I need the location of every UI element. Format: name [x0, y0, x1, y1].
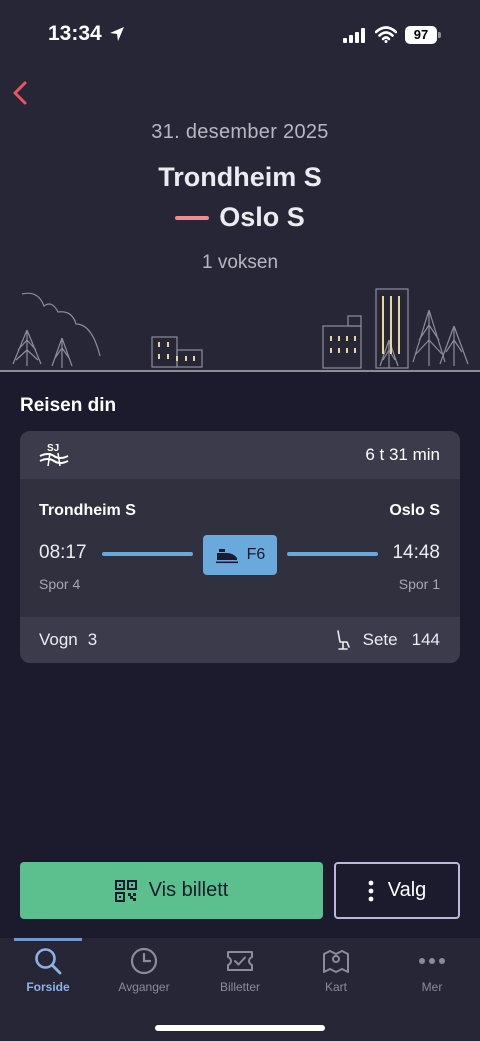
trip-card-route: Trondheim S Oslo S 08:17 F6 14:48 Spor 4…: [20, 479, 460, 617]
car-number: 3: [87, 630, 98, 649]
trip-duration: 6 t 31 min: [365, 445, 440, 464]
arrival-time: 14:48: [392, 542, 440, 563]
qr-code-icon: [114, 879, 137, 902]
route-dash: [175, 215, 210, 220]
seat-info: Sete 144: [335, 630, 440, 650]
to-station-title: Oslo S: [219, 202, 305, 232]
trip-card-header: SJ 6 t 31 min: [20, 431, 460, 479]
wifi-icon: [375, 26, 397, 43]
travel-date: 31. desember 2025: [151, 121, 329, 143]
status-time: 13:34: [48, 22, 102, 45]
route-line-right: [287, 552, 378, 556]
battery-tip: [438, 32, 441, 38]
route-line-left: [102, 552, 193, 556]
map-icon: [323, 950, 349, 973]
departure-time: 08:17: [39, 542, 87, 563]
section-title-trip: Reisen din: [20, 395, 117, 416]
show-ticket-label: Vis billett: [148, 879, 229, 901]
location-arrow-icon: [110, 27, 124, 41]
home-indicator: [155, 1025, 325, 1031]
tab-label: Mer: [421, 980, 443, 994]
departure-station: Trondheim S: [39, 502, 136, 519]
back-button[interactable]: [6, 76, 36, 110]
tab-avganger[interactable]: Avganger: [96, 946, 192, 994]
car-label: Vogn: [39, 630, 78, 649]
to-station-row: Oslo S: [0, 202, 480, 233]
car-info: Vogn 3: [39, 630, 97, 650]
tab-label: Billetter: [219, 980, 260, 994]
train-badge: F6: [203, 535, 277, 575]
trip-card[interactable]: SJ 6 t 31 min Trondheim S Oslo S 08:17 F…: [20, 431, 460, 663]
skyline-illustration: [12, 288, 469, 369]
tab-mer[interactable]: Mer: [384, 946, 480, 994]
tab-forside[interactable]: Forside: [0, 946, 96, 994]
train-icon: [215, 549, 238, 564]
tab-billetter[interactable]: Billetter: [192, 946, 288, 994]
search-icon: [35, 948, 62, 975]
tab-kart[interactable]: Kart: [288, 946, 384, 994]
seat-number: 144: [411, 630, 440, 649]
arrival-track: Spor 1: [398, 576, 440, 592]
seat-label: Sete: [362, 630, 398, 649]
trip-card-seat-info: Vogn 3 Sete 144: [20, 617, 460, 663]
show-ticket-button[interactable]: Vis billett: [20, 862, 323, 919]
tab-label: Kart: [324, 980, 347, 994]
from-station-title: Trondheim S: [158, 162, 322, 192]
ticket-icon: [227, 951, 253, 971]
active-tab-indicator: [14, 938, 82, 941]
svg-text:SJ: SJ: [47, 443, 59, 454]
cellular-signal-icon: [343, 28, 365, 43]
train-id: F6: [246, 546, 266, 563]
options-button[interactable]: Valg: [334, 862, 460, 919]
tab-label: Avganger: [118, 980, 170, 994]
passenger-count: 1 voksen: [201, 252, 279, 273]
clock-icon: [130, 947, 158, 975]
seat-icon: [336, 630, 350, 650]
tab-label: Forside: [26, 980, 70, 994]
options-label: Valg: [387, 879, 427, 901]
more-vertical-icon: [368, 880, 374, 901]
sj-logo-icon: SJ: [39, 443, 69, 467]
chevron-left-icon: [13, 81, 27, 105]
departure-track: Spor 4: [39, 576, 81, 592]
battery-indicator: 97: [405, 26, 437, 44]
more-icon: [419, 958, 445, 964]
arrival-station: Oslo S: [389, 502, 440, 519]
